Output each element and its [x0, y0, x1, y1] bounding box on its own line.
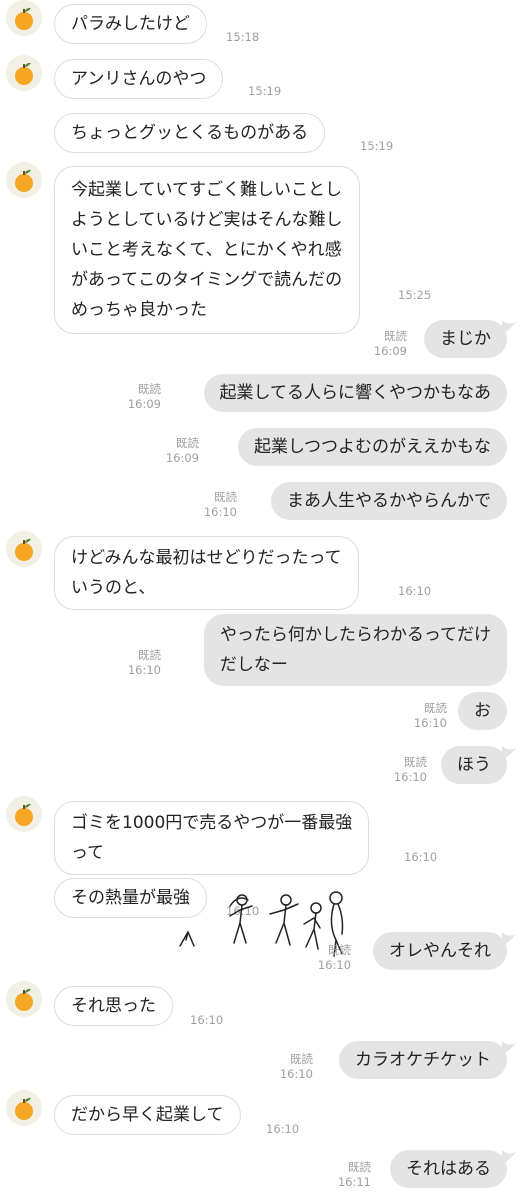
message-bubble[interactable]: だから早く起業して: [54, 1095, 241, 1135]
message-bubble[interactable]: まあ人生やるかやらんかで: [271, 482, 507, 520]
message-bubble[interactable]: ちょっとグッとくるものがある: [54, 113, 326, 153]
message-meta: 既読 16:10: [280, 1052, 313, 1082]
message-text: けどみんな最初はせどりだったって: [71, 548, 342, 568]
bubble-tail: [502, 1041, 516, 1055]
message-text: やったら何かしたらわかるってだけ: [219, 625, 491, 645]
bubble-tail: [502, 1150, 516, 1164]
message-bubble[interactable]: それはある: [390, 1150, 507, 1188]
message-bubble[interactable]: ほう: [441, 746, 507, 784]
message-meta: 既読 16:09: [166, 436, 199, 466]
message-time: 16:10: [279, 1067, 313, 1081]
message-text: だから早く起業して: [71, 1105, 224, 1125]
message-bubble[interactable]: やったら何かしたらわかるってだけ だしなー: [203, 614, 507, 686]
message-meta: 既読 16:10: [394, 755, 427, 785]
message-bubble[interactable]: 起業しつつよむのがええかもな: [238, 428, 507, 466]
message-text: ゴミを1000円で売るやつが一番最強: [71, 813, 353, 833]
avatar[interactable]: [6, 531, 42, 567]
message-text: があってこのタイミングで読んだの: [71, 270, 343, 290]
read-receipt: 既読: [424, 701, 447, 715]
read-receipt: 既読: [384, 329, 407, 343]
message-text: いうのと、: [71, 578, 156, 598]
message-meta: 既読 16:10: [128, 648, 161, 678]
message-meta: 既読 16:10: [414, 701, 447, 731]
message-time: 16:10: [404, 850, 438, 864]
message-meta: 既読 16:10: [204, 490, 237, 520]
bubble-tail: [502, 746, 516, 760]
avatar[interactable]: [6, 55, 42, 91]
message-bubble[interactable]: アンリさんのやつ: [54, 59, 224, 99]
message-time: 15:19: [360, 139, 394, 153]
message-text: それ思った: [71, 996, 156, 1016]
message-bubble[interactable]: パラみしたけど: [54, 4, 207, 44]
avatar[interactable]: [6, 796, 42, 832]
message-bubble[interactable]: 起業してる人らに響くやつかもなあ: [203, 374, 507, 412]
message-text: めっちゃ良かった: [71, 300, 207, 320]
message-bubble[interactable]: ゴミを1000円で売るやつが一番最強 って: [54, 801, 370, 875]
message-time: 16:10: [398, 584, 432, 598]
bubble-tail: [502, 932, 516, 946]
avatar[interactable]: [6, 162, 42, 198]
message-time: 16:10: [413, 716, 447, 730]
message-text: まあ人生やるかやらんかで: [287, 491, 491, 511]
message-time: 16:09: [165, 451, 199, 465]
message-text: パラみしたけど: [71, 14, 190, 34]
avatar[interactable]: [6, 981, 42, 1017]
message-text: お: [474, 701, 491, 721]
message-meta: 既読 16:10: [318, 943, 351, 973]
message-time: 16:09: [373, 344, 407, 358]
message-meta: 既読 16:09: [374, 329, 407, 359]
read-receipt: 既読: [138, 382, 161, 396]
read-receipt: 既読: [328, 943, 351, 957]
message-text: 今起業していてすごく難しいことし: [71, 180, 342, 200]
read-receipt: 既読: [348, 1160, 371, 1174]
message-bubble[interactable]: カラオケチケット: [339, 1041, 507, 1079]
message-text: 起業してる人らに響くやつかもなあ: [219, 383, 492, 403]
message-time: 16:10: [393, 770, 427, 784]
read-receipt: 既読: [138, 648, 161, 662]
message-bubble[interactable]: それ思った: [54, 986, 173, 1026]
message-text: ほう: [457, 755, 491, 775]
message-text: ようとしているけど実はそんな難し: [71, 210, 343, 230]
avatar[interactable]: [6, 0, 42, 36]
message-time: 16:09: [127, 397, 161, 411]
message-bubble[interactable]: お: [458, 692, 507, 730]
message-time: 16:10: [190, 1013, 224, 1027]
message-bubble[interactable]: オレやんそれ: [373, 932, 507, 970]
message-time: 16:10: [317, 958, 351, 972]
read-receipt: 既読: [290, 1052, 313, 1066]
read-receipt: 既読: [214, 490, 237, 504]
message-time: 16:10: [127, 663, 161, 677]
message-time: 16:10: [266, 1122, 300, 1136]
message-text: って: [71, 843, 105, 863]
message-meta: 既読 16:11: [338, 1160, 371, 1190]
message-bubble[interactable]: まじか: [424, 320, 507, 358]
message-time: 15:25: [398, 288, 432, 302]
message-time: 16:10: [203, 505, 237, 519]
read-receipt: 既読: [176, 436, 199, 450]
message-bubble[interactable]: けどみんな最初はせどりだったって いうのと、: [54, 536, 359, 610]
message-text: カラオケチケット: [355, 1050, 491, 1070]
message-meta: 既読 16:09: [128, 382, 161, 412]
message-time: 15:19: [248, 84, 282, 98]
message-text: ちょっとグッとくるものがある: [71, 123, 309, 143]
message-bubble[interactable]: 今起業していてすごく難しいことし ようとしているけど実はそんな難し いこと考えな…: [54, 166, 360, 334]
avatar[interactable]: [6, 1090, 42, 1126]
message-text: アンリさんのやつ: [71, 69, 207, 89]
message-time: 16:11: [337, 1175, 371, 1189]
message-time: 15:18: [226, 30, 260, 44]
read-receipt: 既読: [404, 755, 427, 769]
message-text: 起業しつつよむのがええかもな: [254, 437, 491, 457]
bubble-tail: [502, 320, 516, 334]
message-text: まじか: [440, 329, 491, 349]
message-text: オレやんそれ: [389, 941, 491, 961]
message-text: いこと考えなくて、とにかくやれ感: [71, 240, 342, 260]
message-text: それはある: [406, 1159, 491, 1179]
message-text: だしなー: [219, 655, 288, 675]
